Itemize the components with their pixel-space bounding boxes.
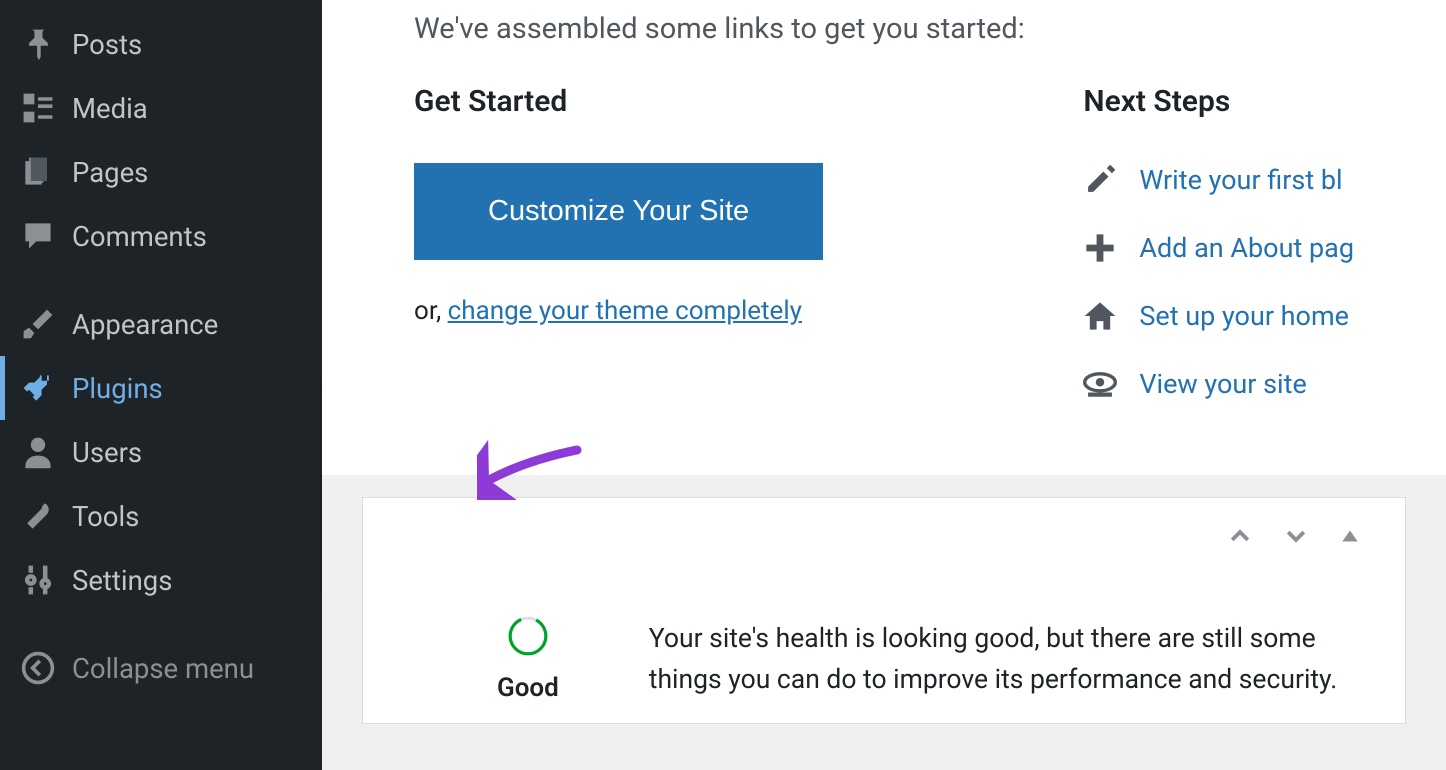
next-step-link[interactable]: Write your first bl (1139, 164, 1342, 196)
welcome-intro: We've assembled some links to get you st… (414, 0, 1354, 84)
welcome-panel: We've assembled some links to get you st… (322, 0, 1446, 475)
sidebar-item-comments[interactable]: Comments (0, 204, 322, 268)
panel-gap (322, 475, 1446, 497)
media-icon (20, 90, 56, 126)
triangle-up-icon[interactable] (1339, 525, 1361, 547)
sidebar-item-media[interactable]: Media (0, 76, 322, 140)
sidebar-item-label: Plugins (72, 372, 163, 405)
next-steps-heading: Next Steps (1083, 84, 1354, 119)
sidebar-item-pages[interactable]: Pages (0, 140, 322, 204)
view-icon (1083, 367, 1117, 401)
sidebar-item-label: Tools (72, 500, 139, 533)
sidebar-separator (0, 268, 322, 292)
sidebar-item-appearance[interactable]: Appearance (0, 292, 322, 356)
site-health-box-header (362, 497, 1406, 573)
sidebar-collapse-label: Collapse menu (72, 652, 254, 685)
next-step-link[interactable]: Set up your home (1139, 300, 1349, 332)
sidebar-item-label: Settings (72, 564, 172, 597)
next-step-item-write: Write your first bl (1083, 163, 1354, 197)
next-step-item-about: Add an About pag (1083, 231, 1354, 265)
next-step-link[interactable]: Add an About pag (1139, 232, 1354, 264)
comment-icon (20, 218, 56, 254)
or-prefix: or, (414, 296, 448, 326)
site-health-indicator: Good (497, 615, 559, 703)
sidebar-item-label: Posts (72, 28, 142, 61)
sidebar-item-label: Appearance (72, 308, 218, 341)
plug-icon (20, 370, 56, 406)
wrench-icon (20, 498, 56, 534)
chevron-down-icon[interactable] (1283, 523, 1309, 549)
settings-icon (20, 562, 56, 598)
chevron-up-icon[interactable] (1227, 523, 1253, 549)
health-circle-icon (507, 615, 549, 657)
sidebar-collapse-toggle[interactable]: Collapse menu (0, 636, 322, 700)
sidebar-item-users[interactable]: Users (0, 420, 322, 484)
customize-site-button[interactable]: Customize Your Site (414, 163, 823, 260)
home-icon (1083, 299, 1117, 333)
or-change-theme-text: or, change your theme completely (414, 296, 1003, 326)
site-health-box: Good Your site's health is looking good,… (362, 573, 1406, 724)
sidebar-item-settings[interactable]: Settings (0, 548, 322, 612)
brush-icon (20, 306, 56, 342)
sidebar-item-label: Pages (72, 156, 148, 189)
sidebar-item-tools[interactable]: Tools (0, 484, 322, 548)
change-theme-link[interactable]: change your theme completely (448, 296, 802, 326)
next-step-item-view: View your site (1083, 367, 1354, 401)
sidebar-item-posts[interactable]: Posts (0, 12, 322, 76)
next-steps-list: Write your first bl Add an About pag Set… (1083, 163, 1354, 401)
sidebar-item-plugins[interactable]: Plugins (0, 356, 322, 420)
sidebar-separator (0, 612, 322, 636)
collapse-icon (20, 650, 56, 686)
plus-icon (1083, 231, 1117, 265)
pin-icon (20, 26, 56, 62)
edit-icon (1083, 163, 1117, 197)
admin-sidebar: Posts Media Pages Comments Appearance Pl… (0, 0, 322, 770)
next-step-item-homepage: Set up your home (1083, 299, 1354, 333)
pages-icon (20, 154, 56, 190)
user-icon (20, 434, 56, 470)
sidebar-item-label: Comments (72, 220, 207, 253)
sidebar-item-label: Users (72, 436, 142, 469)
site-health-text: Your site's health is looking good, but … (649, 618, 1361, 700)
main-content: We've assembled some links to get you st… (322, 0, 1446, 770)
site-health-status-label: Good (497, 673, 559, 703)
next-step-link[interactable]: View your site (1139, 368, 1306, 400)
get-started-heading: Get Started (414, 84, 1003, 119)
sidebar-item-label: Media (72, 92, 148, 125)
